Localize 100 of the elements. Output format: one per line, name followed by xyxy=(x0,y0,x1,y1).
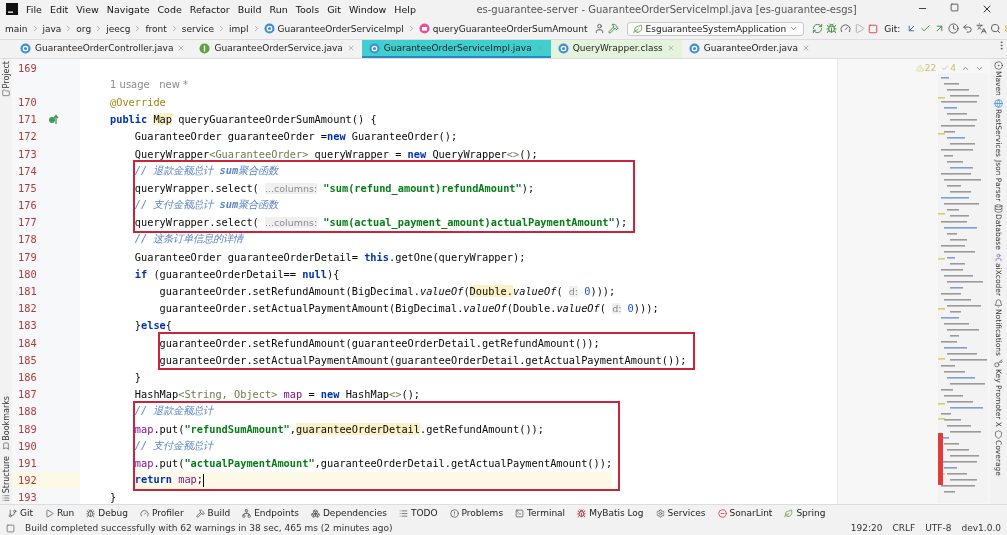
hammer-icon xyxy=(195,508,205,518)
cursor-position[interactable]: 192:20 xyxy=(850,523,883,533)
translate-icon[interactable] xyxy=(976,23,988,34)
coverage-icon[interactable] xyxy=(840,23,852,34)
close-icon[interactable] xyxy=(981,3,993,15)
breadcrumb-item[interactable]: impl xyxy=(229,23,249,34)
code-line: if (guaranteeOrderDetail== null){ xyxy=(133,267,340,280)
line-number: 178 xyxy=(18,233,38,246)
tool-window-button[interactable]: Spring xyxy=(784,508,826,518)
alert-icon xyxy=(449,508,459,518)
code-line: return map; xyxy=(134,473,204,487)
commit-icon[interactable] xyxy=(920,23,932,34)
leaf-icon xyxy=(784,508,794,518)
line-number: 171 xyxy=(18,113,38,126)
breadcrumb-item[interactable]: main xyxy=(5,23,28,34)
editor-tab[interactable]: QueryWrapper.class xyxy=(550,40,682,58)
caret-icon xyxy=(789,24,799,33)
editor-tab[interactable]: GuaranteeOrderController.java xyxy=(13,40,193,58)
no-entry-icon xyxy=(717,508,727,518)
maximize-icon[interactable] xyxy=(950,3,959,12)
line-number: 183 xyxy=(18,319,38,332)
tool-window-button[interactable]: TODO xyxy=(399,508,438,518)
list-icon xyxy=(399,508,408,518)
breadcrumb-item[interactable]: service xyxy=(181,23,215,34)
line-number: 175 xyxy=(18,181,38,194)
breadcrumb-item[interactable]: front xyxy=(145,23,167,34)
breadcrumb-item[interactable]: jeecg xyxy=(106,23,131,34)
breadcrumb-item[interactable]: org xyxy=(76,23,92,34)
history-icon[interactable] xyxy=(948,23,960,34)
git-branch[interactable]: dev1.0.0 xyxy=(961,523,1001,533)
menu-item[interactable]: View xyxy=(76,3,99,15)
interface-icon xyxy=(199,42,211,54)
warning-icon xyxy=(915,64,924,72)
menu-item[interactable]: Navigate xyxy=(106,3,150,15)
menu-item[interactable]: Run xyxy=(269,3,288,15)
tool-window-button[interactable]: Debug xyxy=(86,508,128,518)
line-number: 185 xyxy=(18,353,38,366)
tool-window-button[interactable]: Dependencies xyxy=(310,508,387,518)
line-number: 179 xyxy=(18,250,38,263)
code-line: guaranteeOrder.setRefundAmount(guaranteeOrderDetail.getRefundAmount()); xyxy=(159,336,600,349)
bell-icon xyxy=(994,298,1003,308)
gauge-icon xyxy=(139,508,149,518)
editor-tab[interactable]: GuaranteeOrderServiceImpl.java xyxy=(361,40,551,58)
tool-window-button[interactable]: Git xyxy=(8,508,33,518)
menu-item[interactable]: Tools xyxy=(295,3,320,15)
menu-item[interactable]: Code xyxy=(157,3,182,15)
user-icon[interactable] xyxy=(593,23,605,34)
code-line: public Map queryGuaranteeOrderSumAmount() { xyxy=(110,113,377,126)
branch-icon xyxy=(8,508,17,518)
stop-icon[interactable] xyxy=(868,23,879,34)
file-encoding[interactable]: UTF-8 xyxy=(925,523,952,533)
menu-item[interactable]: Help xyxy=(394,3,417,15)
tool-window-button[interactable]: Services xyxy=(655,508,706,518)
text-cursor xyxy=(203,473,204,487)
breadcrumb-item[interactable]: GuaranteeOrderServiceImpl xyxy=(263,23,404,34)
menu-item[interactable]: Edit xyxy=(49,3,69,15)
code-line: GuaranteeOrder guaranteeOrderDetail= this.getOne(queryWrapper); xyxy=(133,250,526,263)
menu-item[interactable]: Refactor xyxy=(189,3,230,15)
menu-item[interactable]: File xyxy=(26,3,42,15)
code-line: } xyxy=(110,491,117,504)
usage-hint[interactable]: 1 usage new * xyxy=(110,79,189,91)
bug-icon xyxy=(86,508,96,518)
code-line: // 这条订单信息的详情 xyxy=(133,232,244,247)
play-icon xyxy=(45,508,54,518)
status-message: Build completed successfully with 62 warnings in 38 sec, 465 ms (2 minutes ago) xyxy=(25,523,393,533)
tool-window-tab[interactable]: Project xyxy=(1,61,11,89)
tool-window-button[interactable]: Problems xyxy=(449,508,504,518)
build-icon[interactable] xyxy=(607,23,619,34)
line-number: 192 xyxy=(18,474,38,487)
check-icon xyxy=(941,64,950,72)
tool-window-button[interactable]: Run xyxy=(45,508,75,518)
rollback-icon[interactable] xyxy=(962,23,974,34)
line-number: 186 xyxy=(18,370,38,383)
tool-window-button[interactable]: Profiler xyxy=(139,508,184,518)
boxes-icon xyxy=(310,508,320,518)
breadcrumb-item[interactable]: java xyxy=(42,23,62,34)
run-config-dropdown[interactable]: EsguaranteeSystemApplication xyxy=(626,21,805,36)
menu-item[interactable]: Git xyxy=(327,3,341,15)
code-line: // 退款金额总计 sum聚合函数 xyxy=(134,163,279,178)
tool-window-button[interactable]: Build xyxy=(195,508,231,518)
tool-window-button[interactable]: MyBatis Log xyxy=(577,508,644,518)
code-line: guaranteeOrder.setRefundAmount(BigDecimal.valueOf(Double.valueOf( d: 0))); xyxy=(158,285,616,298)
editor-tab[interactable]: GuaranteeOrder.java xyxy=(681,40,817,58)
tool-window-button[interactable]: SonarLint xyxy=(717,508,773,518)
editor-tab[interactable]: GuaranteeOrderService.java xyxy=(192,40,362,58)
tool-window-tab[interactable]: Structure xyxy=(1,455,11,493)
search-icon[interactable] xyxy=(990,23,1002,34)
line-separator[interactable]: CRLF xyxy=(892,523,916,533)
tool-window-tab[interactable]: Bookmarks xyxy=(1,396,11,441)
rerun-icon[interactable] xyxy=(812,23,824,34)
override-icon[interactable] xyxy=(48,113,59,125)
breadcrumb-item[interactable]: queryGuaranteeOrderSumAmount xyxy=(418,23,588,34)
debug-icon[interactable] xyxy=(826,23,838,34)
tool-window-button[interactable]: Endpoints xyxy=(242,508,299,518)
line-number: 182 xyxy=(18,302,38,315)
menu-item[interactable]: Window xyxy=(348,3,387,15)
tool-window-button[interactable]: Terminal xyxy=(515,508,566,518)
class-icon xyxy=(368,42,380,54)
menu-item[interactable]: Build xyxy=(237,3,262,15)
line-number: 188 xyxy=(18,405,38,418)
